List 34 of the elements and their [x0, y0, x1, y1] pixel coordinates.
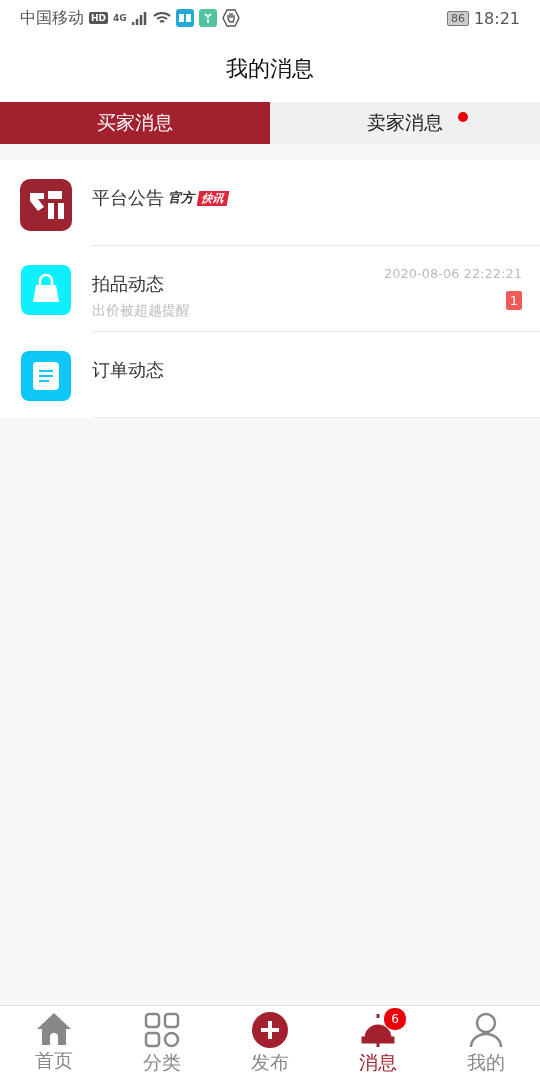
unread-badge: 6	[384, 1008, 406, 1030]
official-tag: 官方	[168, 189, 194, 207]
message-title[interactable]: 平台公告	[92, 186, 164, 210]
hd-indicator: HD	[89, 12, 108, 24]
nav-tab[interactable]: 发布	[216, 1006, 324, 1080]
user-icon	[469, 1012, 503, 1048]
message-tab[interactable]: 卖家消息	[270, 102, 540, 144]
signal-icon	[131, 11, 148, 25]
network-type: 4G	[113, 13, 127, 23]
grid-icon	[144, 1012, 180, 1048]
news-tag: 快讯	[196, 190, 230, 206]
clock-time: 18:21	[473, 8, 520, 28]
carrier-name: 中国移动	[20, 7, 84, 29]
book-app-icon	[175, 9, 194, 27]
wifi-icon	[152, 11, 171, 25]
message-time: 2020-08-06 22:22:21	[383, 266, 522, 281]
nav-tab[interactable]: 我的	[432, 1006, 540, 1080]
nav-tab[interactable]: 消息 6	[324, 1006, 432, 1080]
battery-level: 86	[446, 10, 469, 26]
plus-icon	[252, 1012, 288, 1048]
message-tab[interactable]: 买家消息	[0, 102, 270, 144]
message-title[interactable]: 订单动态	[92, 358, 164, 382]
shopping-bag-icon	[21, 265, 71, 315]
home-icon	[36, 1012, 72, 1046]
unread-count: 1	[505, 291, 522, 310]
hand-icon	[221, 9, 240, 27]
document-icon	[21, 351, 71, 401]
message-preview: 出价被超越提醒	[92, 302, 191, 320]
nav-tab[interactable]: 分类	[108, 1006, 216, 1080]
page-title: 我的消息	[226, 55, 314, 83]
nav-tab[interactable]: 首页	[0, 1006, 108, 1080]
message-title[interactable]: 拍品动态	[92, 272, 164, 296]
app-icon	[198, 9, 217, 27]
app-logo-icon	[20, 179, 72, 231]
